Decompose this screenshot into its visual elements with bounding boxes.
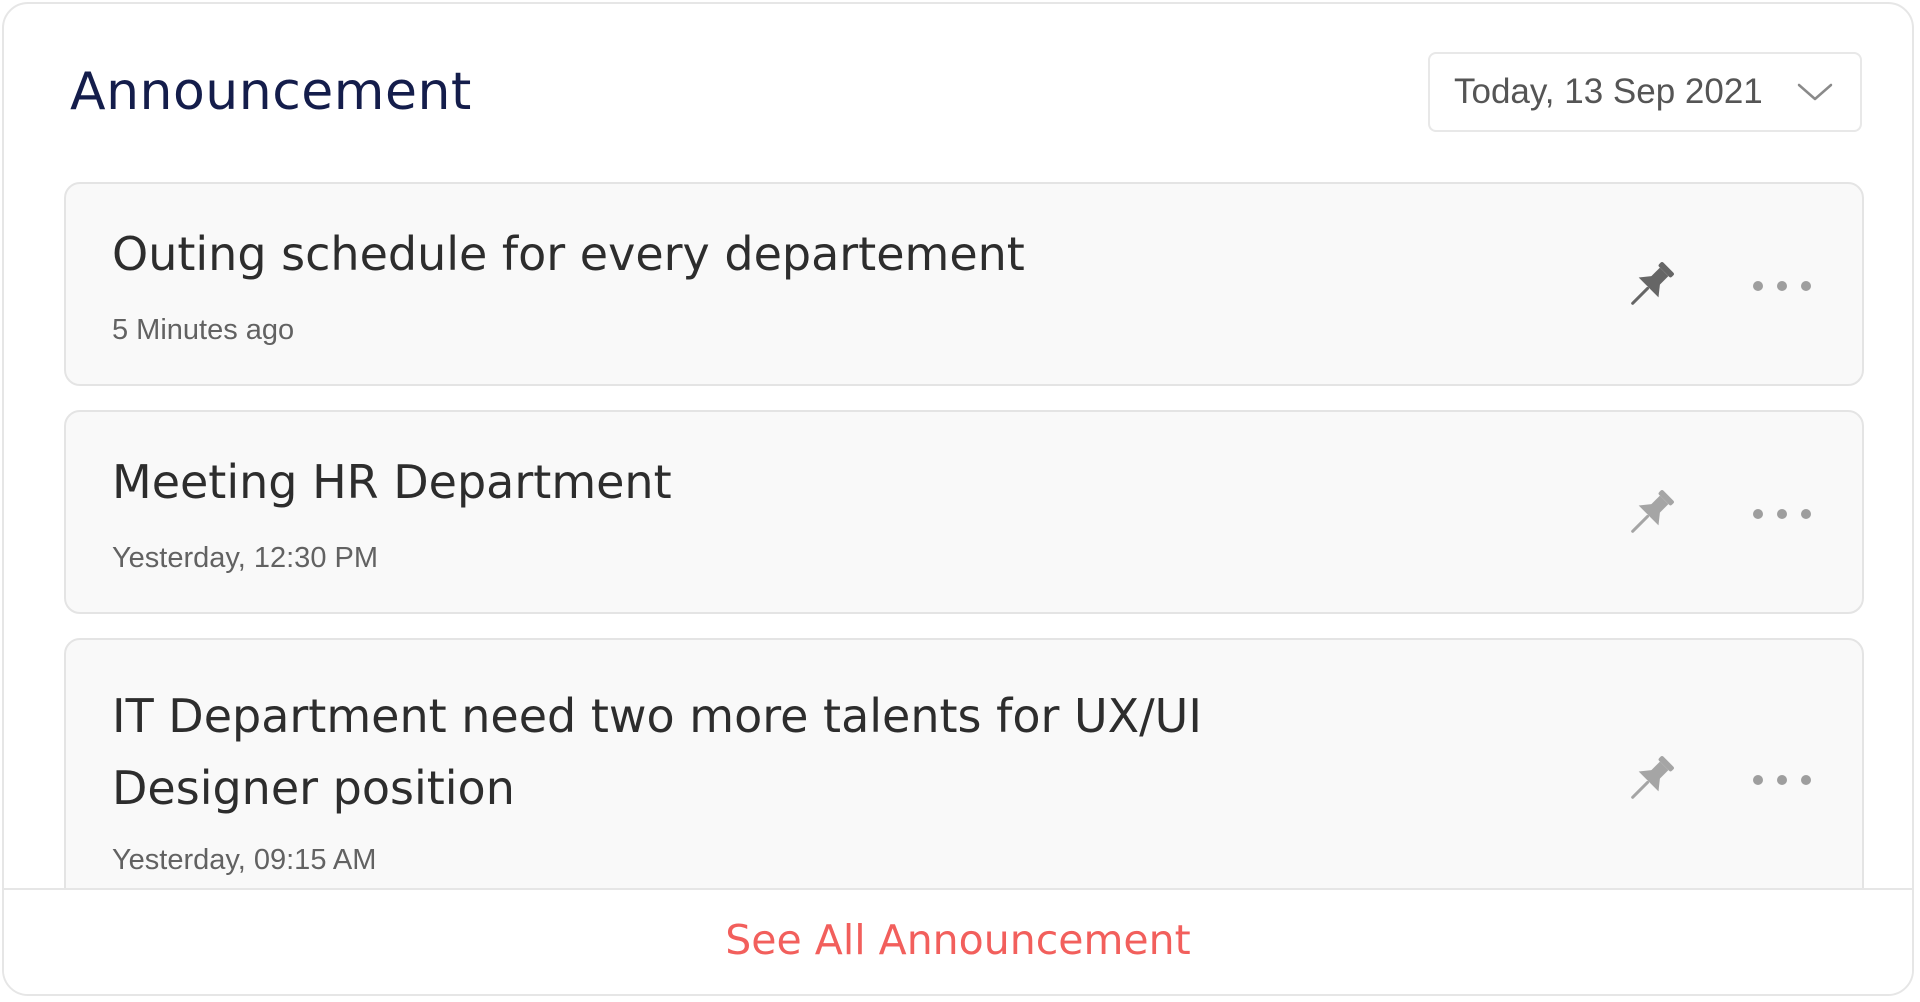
announcement-time: Yesterday, 09:15 AM [112,844,377,876]
announcement-title-line: IT Department need two more talents for … [112,689,1202,743]
announcement-item[interactable]: Meeting HR Department Yesterday, 12:30 P… [64,410,1864,614]
announcement-title-line: Designer position [112,761,515,815]
announcement-time: Yesterday, 12:30 PM [112,542,378,574]
announcement-time: 5 Minutes ago [112,314,295,346]
more-options-icon[interactable] [1750,502,1814,526]
see-all-announcement-link[interactable]: See All Announcement [4,910,1912,970]
pin-icon[interactable] [1620,750,1680,810]
pin-icon[interactable] [1620,484,1680,544]
chevron-down-icon [1797,83,1833,101]
announcement-title: Outing schedule for every departement [112,227,1025,281]
announcement-item[interactable]: Outing schedule for every departement 5 … [64,182,1864,386]
announcement-title: IT Department need two more talents for … [112,680,1312,824]
card-footer: See All Announcement [4,888,1912,994]
pin-icon[interactable] [1620,256,1680,316]
card-title: Announcement [70,62,472,122]
announcement-card: Announcement Today, 13 Sep 2021 Outing s… [2,2,1914,996]
date-filter-dropdown[interactable]: Today, 13 Sep 2021 [1428,52,1862,132]
date-filter-value: Today, 13 Sep 2021 [1454,72,1763,111]
more-options-icon[interactable] [1750,768,1814,792]
more-options-icon[interactable] [1750,274,1814,298]
announcement-title: Meeting HR Department [112,455,672,509]
